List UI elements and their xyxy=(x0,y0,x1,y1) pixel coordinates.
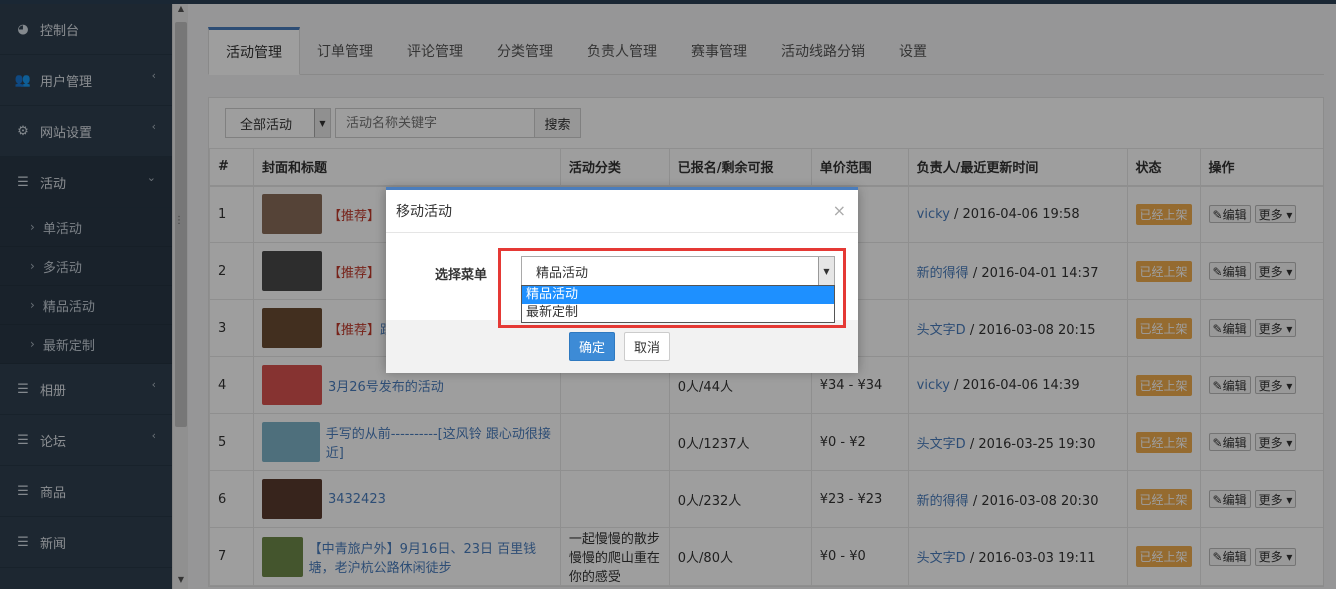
confirm-button[interactable]: 确定 xyxy=(569,332,615,361)
modal-footer xyxy=(386,320,858,373)
menu-dropdown: 精品活动 最新定制 xyxy=(521,285,835,323)
move-activity-modal: 移动活动 × 选择菜单 精品活动 ▼ 精品活动 最新定制 确定 取消 xyxy=(386,187,858,373)
select-menu-label: 选择菜单 xyxy=(435,268,488,283)
cancel-button[interactable]: 取消 xyxy=(624,332,670,361)
menu-select[interactable]: 精品活动 ▼ xyxy=(521,256,835,286)
menu-select-value: 精品活动 xyxy=(536,265,589,281)
menu-option-zuixin[interactable]: 最新定制 xyxy=(522,304,834,322)
modal-title: 移动活动 xyxy=(396,204,452,220)
close-icon[interactable]: × xyxy=(833,201,846,220)
chevron-down-icon[interactable]: ▼ xyxy=(818,257,834,285)
modal-header: 移动活动 × xyxy=(386,190,858,233)
menu-option-jingpin[interactable]: 精品活动 xyxy=(522,286,834,304)
